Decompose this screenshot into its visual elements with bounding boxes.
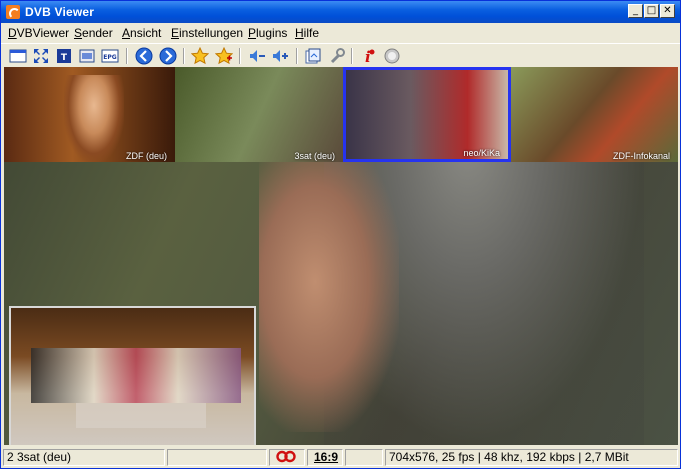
menu-dvbviewer[interactable]: DVBViewer: [8, 26, 69, 40]
thumbnail-label: ZDF-Infokanal: [612, 151, 670, 161]
title-bar: DVB Viewer _ □ ✕: [1, 1, 680, 23]
minimize-icon[interactable]: _: [628, 4, 643, 18]
toolbar-separator: [126, 48, 128, 64]
back-arrow-icon[interactable]: [135, 47, 153, 65]
favorite-star-icon[interactable]: [191, 47, 209, 65]
status-channel: 2 3sat (deu): [3, 449, 165, 466]
menu-hilfe[interactable]: Hilfe: [295, 26, 319, 40]
fullscreen-icon[interactable]: [32, 47, 50, 65]
volume-down-icon[interactable]: [248, 47, 266, 65]
thumbnail-3sat[interactable]: 3sat (deu): [175, 67, 343, 162]
thumbnail-neo-kika[interactable]: neo/KiKa: [343, 67, 511, 162]
menu-einstellungen[interactable]: Einstellungen: [171, 26, 243, 40]
menu-ansicht[interactable]: Ansicht: [122, 26, 161, 40]
close-icon[interactable]: ✕: [660, 4, 675, 18]
thumbnail-label: ZDF (deu): [125, 151, 167, 161]
thumbnail-label: neo/KiKa: [463, 148, 500, 158]
osd-icon[interactable]: [78, 47, 96, 65]
volume-up-icon[interactable]: [271, 47, 289, 65]
status-bar: 2 3sat (deu) 16:9 704x576, 25 fps | 48 k…: [1, 447, 680, 468]
snapshot-icon[interactable]: [304, 47, 322, 65]
menu-sender[interactable]: Sender: [74, 26, 113, 40]
thumbnail-presenter-image: [64, 75, 124, 162]
app-logo-icon: [6, 5, 20, 19]
record-indicator-icon: [276, 450, 296, 463]
menu-bar: DVBViewer Sender Ansicht Einstellungen P…: [1, 23, 680, 43]
window-title: DVB Viewer: [25, 5, 95, 19]
thumbnail-zdf-infokanal[interactable]: ZDF-Infokanal: [511, 67, 678, 162]
status-aspect-ratio: 16:9: [307, 449, 343, 466]
teletext-icon[interactable]: T: [55, 47, 73, 65]
stop-record-icon[interactable]: [383, 47, 401, 65]
toolbar-separator: [296, 48, 298, 64]
status-stream-info: 704x576, 25 fps | 48 khz, 192 kbps | 2,7…: [385, 449, 678, 466]
record-info-icon[interactable]: i: [359, 47, 377, 65]
status-record-panel: [269, 449, 305, 466]
thumbnail-label: 3sat (deu): [294, 151, 335, 161]
video-hand-region: [259, 132, 399, 432]
thumbnail-zdf[interactable]: ZDF (deu): [4, 67, 175, 162]
toolbar-separator: [183, 48, 185, 64]
picture-in-picture-window[interactable]: [9, 306, 256, 445]
menu-plugins[interactable]: Plugins: [248, 26, 287, 40]
svg-text:T: T: [61, 53, 68, 63]
tools-wrench-icon[interactable]: [328, 47, 346, 65]
svg-text:EPG: EPG: [103, 54, 116, 61]
status-empty-panel: [167, 449, 267, 466]
maximize-icon[interactable]: □: [644, 4, 659, 18]
pip-table-image: [76, 403, 206, 428]
forward-arrow-icon[interactable]: [159, 47, 177, 65]
toolbar-separator: [239, 48, 241, 64]
window-mode-icon[interactable]: [9, 47, 27, 65]
app-window: DVB Viewer _ □ ✕ DVBViewer Sender Ansich…: [0, 0, 681, 469]
toolbar-separator: [351, 48, 353, 64]
status-empty-panel: [345, 449, 383, 466]
epg-icon[interactable]: EPG: [101, 47, 119, 65]
add-favorite-icon[interactable]: [215, 47, 233, 65]
pip-guests-image: [31, 348, 241, 403]
video-area[interactable]: ZDF (deu) 3sat (deu) neo/KiKa ZDF-Infoka…: [4, 67, 678, 445]
toolbar: T EPG i: [1, 43, 680, 68]
